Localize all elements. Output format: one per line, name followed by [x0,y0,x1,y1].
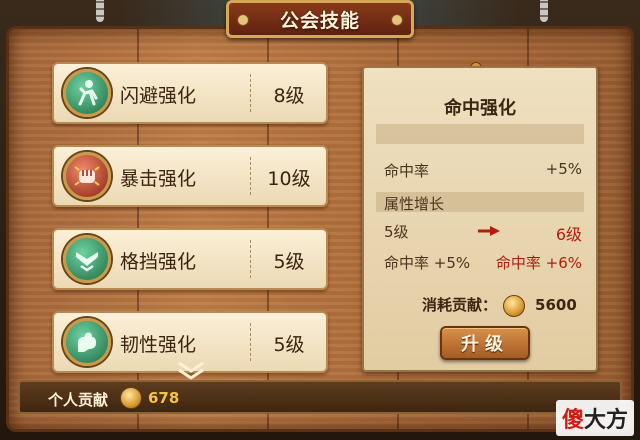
contribution-label: 个人贡献 [48,391,109,409]
stat-value: +5% [545,160,582,178]
contribution-value: 678 [148,389,180,407]
level-from: 5级 [384,223,409,241]
toughness-arm-icon [63,318,111,366]
skill-card-block[interactable]: 格挡强化 5级 [52,228,328,290]
skill-name: 闪避强化 [120,85,197,107]
growth-label: 属性增长 [384,195,445,213]
skill-list: 闪避强化 8级 暴击强化 10级 格挡强化 5级 韧性强化 5级 [52,62,328,394]
left-chain [96,0,104,22]
stat-from: 命中率 +5% [384,254,471,272]
watermark-char: 傻 [561,408,584,433]
divider [250,74,251,112]
divider [250,323,251,361]
skill-level: 8级 [273,85,305,107]
skill-level: 10级 [267,168,311,190]
divider [250,157,251,195]
dodge-icon [63,69,111,117]
title-plate: 公会技能 [226,0,414,38]
skill-name: 格挡强化 [120,251,197,273]
cost-value: 5600 [535,296,577,314]
skill-detail-panel: 命中强化 命中率 +5% 属性增长 5级 6级 命中率 +5% 命中率 +6% … [362,66,598,372]
skill-name: 韧性强化 [120,334,197,356]
detail-title: 命中强化 [444,98,516,119]
upgrade-button[interactable]: 升级 [440,326,530,360]
skill-name: 暴击强化 [120,168,197,190]
skill-level: 5级 [273,251,305,273]
watermark-text: 大方 [583,408,628,433]
block-icon [63,235,111,283]
stat-compare-row: 命中率 +5% 命中率 +6% [384,252,582,273]
divider [250,240,251,278]
level-to: 6级 [555,225,582,244]
skill-card-dodge[interactable]: 闪避强化 8级 [52,62,328,124]
skill-level: 5级 [273,334,305,356]
growth-heading: 属性增长 [384,193,582,214]
page-title: 公会技能 [279,9,360,32]
crit-fist-icon [63,152,111,200]
contribution-coin-icon [120,387,142,409]
stat-to: 命中率 +6% [495,254,582,272]
arrow-right-icon [478,226,500,236]
watermark-logo: 傻大方 [555,400,634,436]
right-chain [540,0,548,22]
current-stat-row: 命中率 +5% [384,160,582,181]
footer-bar: 个人贡献 678 [18,380,622,414]
scroll-down-chevron-icon[interactable] [176,360,206,380]
game-screen: 公会技能 闪避强化 8级 暴击强化 10级 格挡强化 5级 韧性强化 5级 命中… [0,0,640,440]
skill-card-crit[interactable]: 暴击强化 10级 [52,145,328,207]
title-band [376,124,584,144]
cost-label: 消耗贡献： [422,296,498,314]
contribution-coin-icon [503,294,526,317]
cost-row: 消耗贡献： 5600 [422,294,577,317]
stat-label: 命中率 [384,162,430,180]
